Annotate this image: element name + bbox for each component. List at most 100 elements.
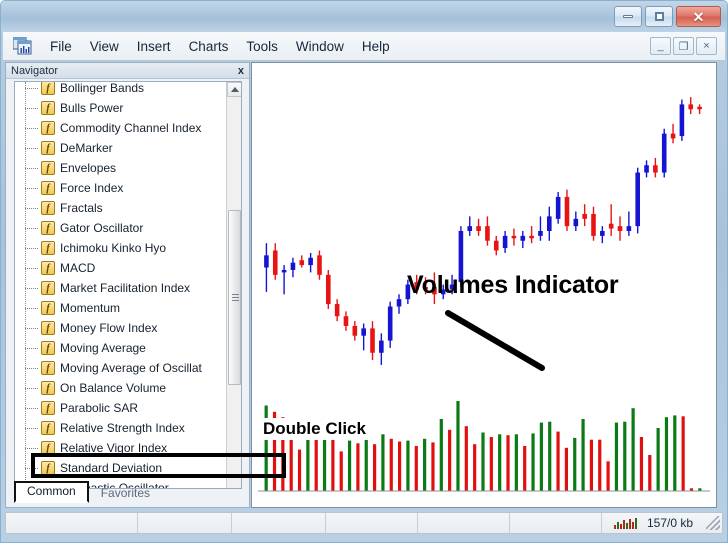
candle-body — [299, 260, 305, 266]
tree-branch-icon — [25, 228, 38, 229]
maximize-button[interactable] — [645, 6, 673, 27]
list-item[interactable]: f DeMarker — [15, 138, 227, 158]
candle-body — [272, 250, 278, 275]
network-signal-icon — [614, 517, 637, 529]
candle-body — [502, 235, 508, 249]
indicator-function-icon: f — [41, 361, 55, 375]
list-item-label: Force Index — [60, 181, 124, 195]
indicator-function-icon: f — [41, 241, 55, 255]
window-controls: ✕ — [614, 6, 721, 27]
navigator-scrollbar[interactable] — [226, 82, 241, 488]
list-item[interactable]: f Fractals — [15, 198, 227, 218]
list-item-label: Market Facilitation Index — [60, 281, 191, 295]
menu-item-insert[interactable]: Insert — [128, 36, 180, 57]
tree-branch-icon — [25, 128, 38, 129]
traffic-label: 157/0 kb — [647, 516, 694, 530]
menu-item-tools[interactable]: Tools — [237, 36, 287, 57]
list-item[interactable]: f Parabolic SAR — [15, 398, 227, 418]
list-item[interactable]: f Force Index — [15, 178, 227, 198]
menu-item-help[interactable]: Help — [353, 36, 399, 57]
tab-favorites[interactable]: Favorites — [89, 484, 162, 503]
navigator-tree[interactable]: f Bollinger Bands f Bulls Power f Commodity C… — [14, 81, 242, 489]
volume-bar — [573, 437, 577, 491]
volume-bar — [498, 434, 502, 491]
list-item[interactable]: f Ichimoku Kinko Hyo — [15, 238, 227, 258]
menu-item-charts[interactable]: Charts — [180, 36, 238, 57]
volume-bar — [631, 408, 635, 491]
list-item[interactable]: f Moving Average — [15, 338, 227, 358]
volume-bar — [322, 431, 327, 491]
indicator-function-icon: f — [41, 161, 55, 175]
list-item-label: Bollinger Bands — [60, 81, 145, 95]
candle-body — [379, 340, 384, 353]
candle-body — [538, 231, 543, 236]
mdi-window-controls: _ ❐ × — [650, 37, 717, 55]
list-item[interactable]: f On Balance Volume — [15, 378, 227, 398]
list-item-label: Moving Average — [60, 341, 146, 355]
resize-grip-icon[interactable] — [706, 516, 720, 530]
volume-bar — [581, 419, 585, 491]
candle-body — [493, 240, 499, 251]
pointer-arrow-icon — [445, 310, 545, 371]
menu-item-window[interactable]: Window — [287, 36, 353, 57]
volume-bar — [489, 437, 493, 491]
list-item[interactable]: f Gator Oscillator — [15, 218, 227, 238]
navigator-panel: Navigator x f Bollinger Bands f Bulls Power… — [5, 62, 250, 508]
volume-bar — [648, 455, 652, 491]
list-item[interactable]: f MACD — [15, 258, 227, 278]
list-item[interactable]: f Market Facilitation Index — [15, 278, 227, 298]
mdi-restore-button[interactable]: ❐ — [673, 37, 694, 55]
candle-body — [317, 255, 322, 275]
list-item[interactable]: f Relative Strength Index — [15, 418, 227, 438]
indicator-function-icon: f — [41, 381, 55, 395]
list-item[interactable]: f Envelopes — [15, 158, 227, 178]
minimize-button[interactable] — [614, 6, 642, 27]
volume-bar — [456, 401, 460, 491]
signal-bar — [626, 523, 628, 529]
list-item-label: Commodity Channel Index — [60, 121, 202, 135]
list-item[interactable]: f Bulls Power — [15, 98, 227, 118]
candle-body — [281, 269, 287, 273]
volume-bar — [539, 422, 543, 491]
indicator-function-icon: f — [41, 281, 55, 295]
chart-window[interactable]: Volumes Indicator Double Click — [251, 62, 717, 508]
close-icon: ✕ — [692, 8, 705, 25]
list-item-label: Money Flow Index — [60, 321, 158, 335]
scrollbar-thumb[interactable] — [228, 210, 241, 385]
list-item-label: Moving Average of Oscillat — [60, 361, 202, 375]
candle-body — [635, 172, 640, 227]
candle-body — [326, 274, 331, 305]
close-button[interactable]: ✕ — [676, 6, 721, 27]
indicator-list: f Bollinger Bands f Bulls Power f Commodity C… — [15, 81, 227, 488]
grip-icon — [232, 293, 239, 302]
candle-body — [387, 306, 393, 341]
candle-body — [476, 226, 481, 231]
list-item-label: Parabolic SAR — [60, 401, 139, 415]
volume-bar — [548, 421, 552, 491]
scroll-up-button[interactable] — [227, 82, 241, 97]
list-item[interactable]: f Momentum — [15, 298, 227, 318]
annotation-volumes-indicator: Volumes Indicator — [407, 271, 619, 299]
indicator-function-icon: f — [41, 82, 55, 95]
list-item[interactable]: f Moving Average of Oscillat — [15, 358, 227, 378]
mdi-minimize-button[interactable]: _ — [650, 37, 671, 55]
candle-body — [555, 196, 561, 219]
list-item-label: Bulls Power — [60, 101, 124, 115]
list-item[interactable]: f Bollinger Bands — [15, 81, 227, 98]
menu-item-file[interactable]: File — [41, 36, 81, 57]
tree-branch-icon — [25, 88, 38, 89]
menu-item-view[interactable]: View — [81, 36, 128, 57]
candle-body — [688, 104, 694, 110]
list-item-label: DeMarker — [60, 141, 113, 155]
mdi-close-button[interactable]: × — [696, 37, 717, 55]
tab-common[interactable]: Common — [14, 481, 89, 503]
volume-bar — [564, 447, 568, 491]
list-item[interactable]: f Commodity Channel Index — [15, 118, 227, 138]
status-cell-2 — [138, 513, 232, 533]
list-item[interactable]: f Money Flow Index — [15, 318, 227, 338]
volume-bar — [448, 429, 452, 491]
volume-bar — [314, 434, 318, 491]
status-cell-6 — [510, 513, 602, 533]
volume-bar — [356, 443, 360, 491]
navigator-close-icon[interactable]: x — [238, 65, 244, 77]
